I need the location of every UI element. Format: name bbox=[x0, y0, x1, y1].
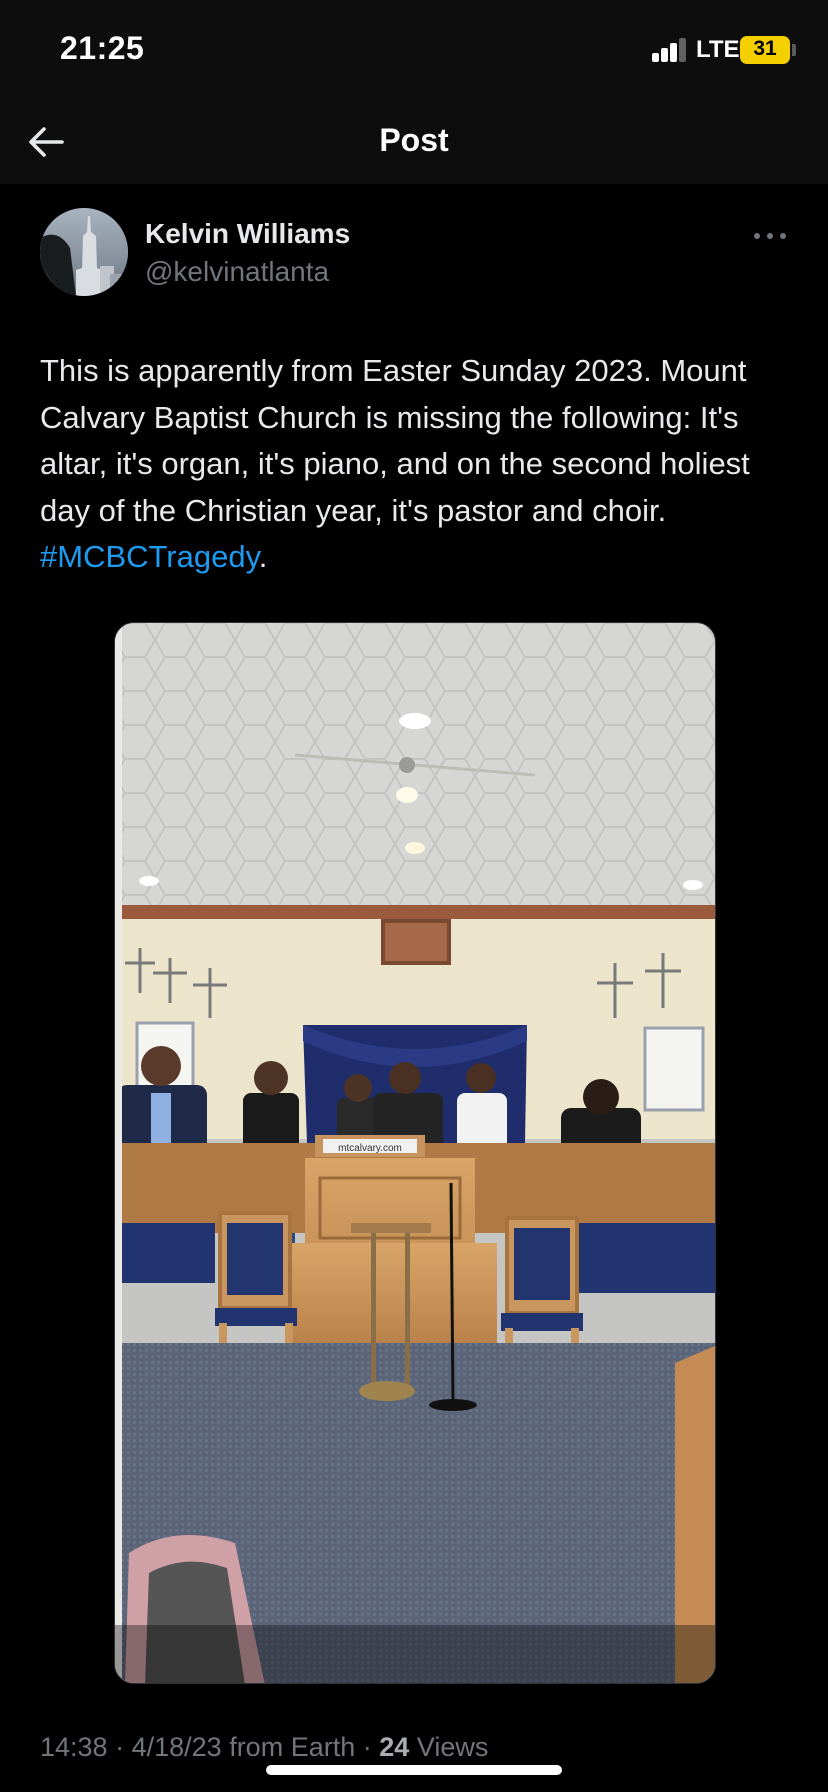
views-count[interactable]: 24 bbox=[379, 1732, 409, 1762]
post-body: This is apparently from Easter Sunday 20… bbox=[40, 353, 750, 528]
post-time: 14:38 bbox=[40, 1732, 108, 1762]
battery-icon: 31 bbox=[740, 36, 790, 64]
post-date: 4/18/23 bbox=[131, 1732, 222, 1762]
avatar[interactable] bbox=[40, 208, 128, 296]
top-bar: Post bbox=[0, 100, 828, 184]
page-title: Post bbox=[379, 122, 449, 158]
author-name[interactable]: Kelvin Williams bbox=[145, 218, 350, 250]
avatar-image bbox=[40, 208, 128, 296]
church-interior-photo: mtcalvary.com bbox=[115, 623, 715, 1683]
status-bar: 21:25 LTE 31 bbox=[0, 0, 828, 100]
pulpit-sign: mtcalvary.com bbox=[338, 1143, 402, 1154]
post-detail-screen: 21:25 LTE 31 Post Kelvin Williams @kelvi… bbox=[0, 0, 828, 1792]
post-media-image[interactable]: mtcalvary.com bbox=[114, 622, 716, 1684]
more-options-button[interactable] bbox=[752, 220, 788, 250]
hashtag-link[interactable]: #MCBCTragedy bbox=[40, 539, 259, 574]
post-meta: 14:38 · 4/18/23 from Earth · 24 Views bbox=[40, 1732, 489, 1762]
signal-strength-icon bbox=[652, 38, 688, 62]
author-handle[interactable]: @kelvinatlanta bbox=[145, 256, 329, 288]
media-overlay-bar bbox=[115, 1625, 715, 1683]
post-body-end: . bbox=[258, 539, 268, 574]
battery-level: 31 bbox=[753, 37, 777, 60]
battery-cap bbox=[792, 44, 796, 56]
home-indicator[interactable] bbox=[266, 1765, 562, 1775]
status-time: 21:25 bbox=[60, 30, 145, 66]
post-text: This is apparently from Easter Sunday 20… bbox=[40, 348, 800, 581]
views-label[interactable]: Views bbox=[417, 1732, 489, 1762]
network-type: LTE bbox=[696, 36, 740, 63]
post-source: from Earth bbox=[229, 1732, 356, 1762]
